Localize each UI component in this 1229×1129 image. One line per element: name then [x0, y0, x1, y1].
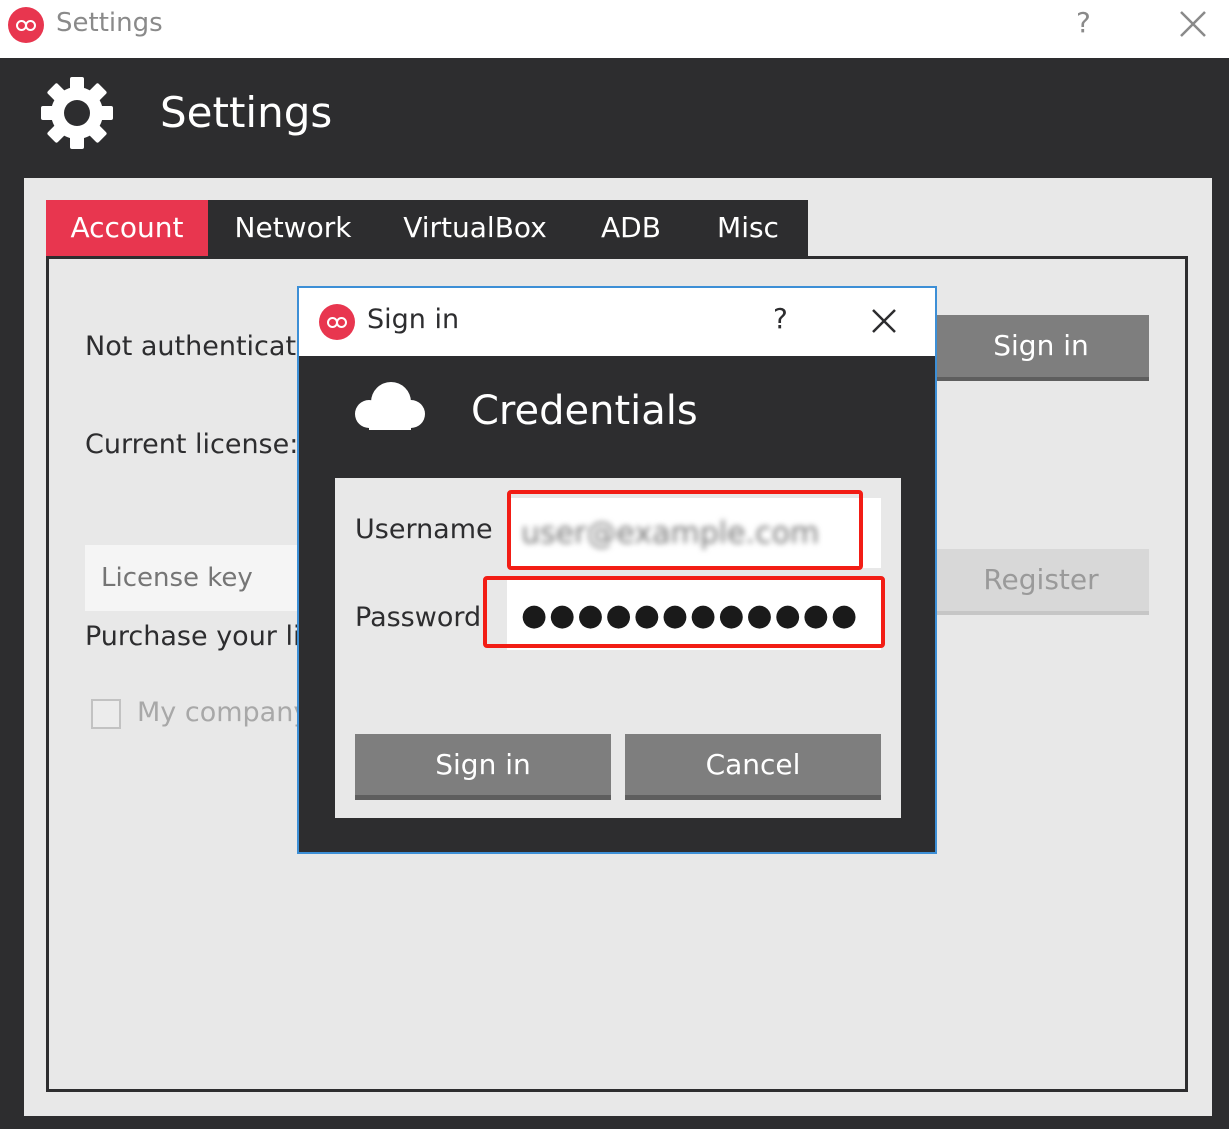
- password-label: Password: [355, 602, 482, 633]
- current-license-label: Current license:: [85, 429, 299, 460]
- license-key-input[interactable]: [85, 545, 315, 611]
- register-button[interactable]: Register: [933, 549, 1149, 615]
- cloud-icon: [355, 382, 425, 430]
- username-label: Username: [355, 514, 493, 545]
- sign-in-dialog: Sign in ? Credentials Username user@exam…: [297, 286, 937, 854]
- page-title: Settings: [160, 88, 333, 137]
- dialog-close-icon[interactable]: [869, 306, 899, 336]
- dialog-titlebar: Sign in ?: [299, 288, 935, 356]
- tab-network[interactable]: Network: [218, 200, 368, 256]
- company-checkbox[interactable]: [91, 699, 121, 729]
- tab-adb[interactable]: ADB: [586, 200, 676, 256]
- dialog-help-button[interactable]: ?: [773, 302, 788, 335]
- tab-misc[interactable]: Misc: [700, 200, 796, 256]
- window-title: Settings: [56, 8, 163, 38]
- auth-status-text: Not authenticate: [85, 331, 313, 362]
- gear-icon: [41, 77, 113, 149]
- credentials-heading: Credentials: [471, 388, 698, 434]
- tab-virtualbox[interactable]: VirtualBox: [390, 200, 560, 256]
- window-close-icon[interactable]: [1177, 8, 1209, 40]
- settings-header: Settings: [0, 58, 1229, 178]
- purchase-license-link[interactable]: Purchase your lic: [85, 621, 315, 652]
- window-titlebar: Settings ?: [0, 0, 1229, 58]
- app-logo-icon: [8, 7, 44, 43]
- username-highlight: [507, 490, 863, 570]
- tab-account[interactable]: Account: [46, 200, 208, 256]
- credentials-form: Username user@example.com Password ●●●●●…: [335, 478, 901, 818]
- dialog-logo-icon: [319, 304, 355, 340]
- dialog-cancel-button[interactable]: Cancel: [625, 734, 881, 800]
- dialog-title: Sign in: [367, 304, 460, 335]
- company-checkbox-label: My company: [137, 697, 310, 728]
- dialog-sign-in-button[interactable]: Sign in: [355, 734, 611, 800]
- tab-bar: Account Network VirtualBox ADB Misc: [46, 200, 808, 256]
- window-help-button[interactable]: ?: [1076, 6, 1091, 39]
- password-highlight: [483, 576, 885, 648]
- sign-in-button[interactable]: Sign in: [933, 315, 1149, 381]
